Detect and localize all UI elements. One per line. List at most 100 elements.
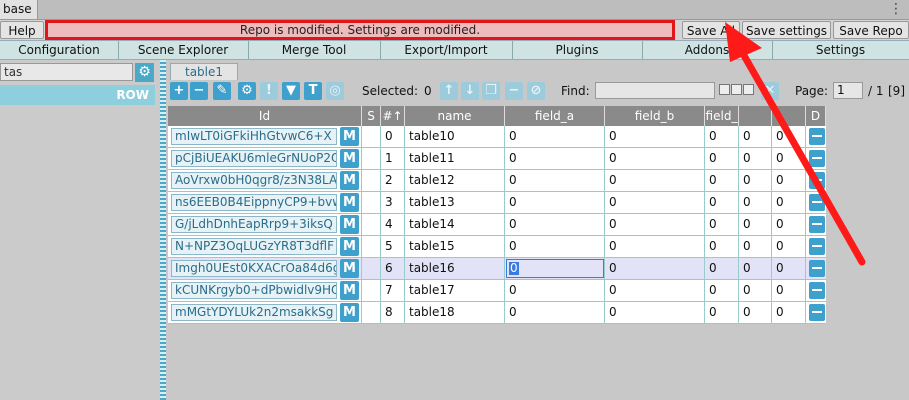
- field-b-cell[interactable]: 0: [605, 126, 705, 147]
- field-b-cell[interactable]: 0: [605, 148, 705, 169]
- field-d-cell[interactable]: 0: [739, 148, 772, 169]
- field-a-cell[interactable]: 0: [505, 148, 605, 169]
- tab-settings[interactable]: Settings: [772, 41, 909, 59]
- remove-row-icon[interactable]: −: [190, 82, 208, 100]
- field-a-cell[interactable]: 0: [505, 280, 605, 301]
- name-cell[interactable]: table16: [405, 258, 505, 279]
- match-case-checkbox[interactable]: [719, 84, 730, 95]
- name-cell[interactable]: table18: [405, 302, 505, 323]
- name-cell[interactable]: table13: [405, 192, 505, 213]
- window-tab[interactable]: base: [0, 0, 38, 19]
- field-c-cell[interactable]: 0: [705, 126, 739, 147]
- column-header-name[interactable]: name: [405, 106, 505, 126]
- add-row-icon[interactable]: +: [170, 82, 188, 100]
- clear-icon[interactable]: ⊘: [527, 82, 545, 100]
- delete-row-icon[interactable]: [809, 304, 825, 321]
- tab-merge-tool[interactable]: Merge Tool: [248, 41, 381, 59]
- delete-row-icon[interactable]: [809, 216, 825, 233]
- minus-icon[interactable]: −: [505, 82, 523, 100]
- s-cell[interactable]: [362, 192, 381, 213]
- name-cell[interactable]: table10: [405, 126, 505, 147]
- field-d-cell[interactable]: 0: [739, 170, 772, 191]
- field-c-cell[interactable]: 0: [705, 302, 739, 323]
- save-repo-button[interactable]: Save Repo: [833, 21, 909, 39]
- field-c-cell[interactable]: 0: [705, 258, 739, 279]
- field-a-cell[interactable]: 0: [505, 236, 605, 257]
- field-e-cell[interactable]: 0: [772, 126, 806, 147]
- copy-icon[interactable]: ❐: [482, 82, 500, 100]
- tab-scene-explorer[interactable]: Scene Explorer: [118, 41, 249, 59]
- column-header-field-c[interactable]: field_: [705, 106, 739, 126]
- field-c-cell[interactable]: 0: [705, 148, 739, 169]
- column-header-s[interactable]: S: [362, 106, 381, 126]
- delete-row-icon[interactable]: [809, 260, 825, 277]
- field-e-cell[interactable]: 0: [772, 302, 806, 323]
- column-header-field-a[interactable]: field_a: [505, 106, 605, 126]
- id-field[interactable]: AoVrxw0bH0qgr8/z3N38LA: [171, 172, 337, 189]
- field-e-cell[interactable]: 0: [772, 170, 806, 191]
- m-icon[interactable]: M: [340, 237, 359, 256]
- s-cell[interactable]: [362, 236, 381, 257]
- target-icon[interactable]: ◎: [326, 82, 344, 100]
- m-icon[interactable]: M: [340, 303, 359, 322]
- field-d-cell[interactable]: 0: [739, 214, 772, 235]
- table-row[interactable]: pCjBiUEAKU6mleGrNUoP2Q M 1 table11 0 0 0…: [168, 148, 826, 170]
- close-icon[interactable]: ✕: [761, 82, 779, 100]
- m-icon[interactable]: M: [340, 281, 359, 300]
- column-header-field-d[interactable]: [739, 106, 772, 126]
- save-settings-button[interactable]: Save settings: [742, 21, 831, 39]
- regex-checkbox[interactable]: [743, 84, 754, 95]
- s-cell[interactable]: [362, 148, 381, 169]
- gear-icon[interactable]: ⚙: [135, 63, 154, 82]
- delete-row-icon[interactable]: [809, 282, 825, 299]
- column-header-d[interactable]: D: [806, 106, 826, 126]
- m-icon[interactable]: M: [340, 193, 359, 212]
- field-a-cell[interactable]: 0: [505, 170, 605, 191]
- field-b-cell[interactable]: 0: [605, 236, 705, 257]
- id-field[interactable]: pCjBiUEAKU6mleGrNUoP2Q: [171, 150, 337, 167]
- s-cell[interactable]: [362, 258, 381, 279]
- field-d-cell[interactable]: 0: [739, 192, 772, 213]
- s-cell[interactable]: [362, 214, 381, 235]
- kebab-menu-icon[interactable]: ⋮: [889, 0, 903, 19]
- m-icon[interactable]: M: [340, 171, 359, 190]
- field-c-cell[interactable]: 0: [705, 236, 739, 257]
- field-e-cell[interactable]: 0: [772, 214, 806, 235]
- delete-row-icon[interactable]: [809, 238, 825, 255]
- m-icon[interactable]: M: [340, 127, 359, 146]
- id-field[interactable]: G/jLdhDnhEapRrp9+3iksQ: [171, 216, 337, 233]
- tab-export-import[interactable]: Export/Import: [380, 41, 513, 59]
- delete-row-icon[interactable]: [809, 172, 825, 189]
- table-row[interactable]: kCUNKrgyb0+dPbwidlv9HQ M 7 table17 0 0 0…: [168, 280, 826, 302]
- table-row[interactable]: mIwLT0iGFkiHhGtvwC6+X M 0 table10 0 0 0 …: [168, 126, 826, 148]
- field-d-cell[interactable]: 0: [739, 126, 772, 147]
- find-input[interactable]: [595, 82, 715, 99]
- field-a-cell[interactable]: 0: [505, 214, 605, 235]
- field-c-cell[interactable]: 0: [705, 280, 739, 301]
- tab-table1[interactable]: table1: [170, 63, 238, 81]
- table-row[interactable]: N+NPZ3OqLUGzYR8T3dflF M 5 table15 0 0 0 …: [168, 236, 826, 258]
- delete-row-icon[interactable]: [809, 128, 825, 145]
- id-field[interactable]: Imgh0UEst0KXACrOa84d6g: [171, 260, 337, 277]
- id-field[interactable]: mIwLT0iGFkiHhGtvwC6+X: [171, 128, 337, 145]
- table-row[interactable]: AoVrxw0bH0qgr8/z3N38LA M 2 table12 0 0 0…: [168, 170, 826, 192]
- field-d-cell[interactable]: 0: [739, 280, 772, 301]
- delete-row-icon[interactable]: [809, 150, 825, 167]
- edit-icon[interactable]: ✎: [213, 82, 231, 100]
- field-b-cell[interactable]: 0: [605, 302, 705, 323]
- name-cell[interactable]: table14: [405, 214, 505, 235]
- field-a-cell[interactable]: 0: [505, 126, 605, 147]
- s-cell[interactable]: [362, 280, 381, 301]
- id-field[interactable]: kCUNKrgyb0+dPbwidlv9HQ: [171, 282, 337, 299]
- m-icon[interactable]: M: [340, 215, 359, 234]
- id-field[interactable]: ns6EEB0B4EippnyCP9+bvw: [171, 194, 337, 211]
- s-cell[interactable]: [362, 302, 381, 323]
- name-cell[interactable]: table15: [405, 236, 505, 257]
- table-row[interactable]: G/jLdhDnhEapRrp9+3iksQ M 4 table14 0 0 0…: [168, 214, 826, 236]
- page-input[interactable]: 1: [833, 82, 863, 99]
- field-e-cell[interactable]: 0: [772, 148, 806, 169]
- field-c-cell[interactable]: 0: [705, 214, 739, 235]
- column-header-num[interactable]: #↑: [381, 106, 405, 126]
- table-row[interactable]: ns6EEB0B4EippnyCP9+bvw M 3 table13 0 0 0…: [168, 192, 826, 214]
- field-a-cell[interactable]: 0: [505, 302, 605, 323]
